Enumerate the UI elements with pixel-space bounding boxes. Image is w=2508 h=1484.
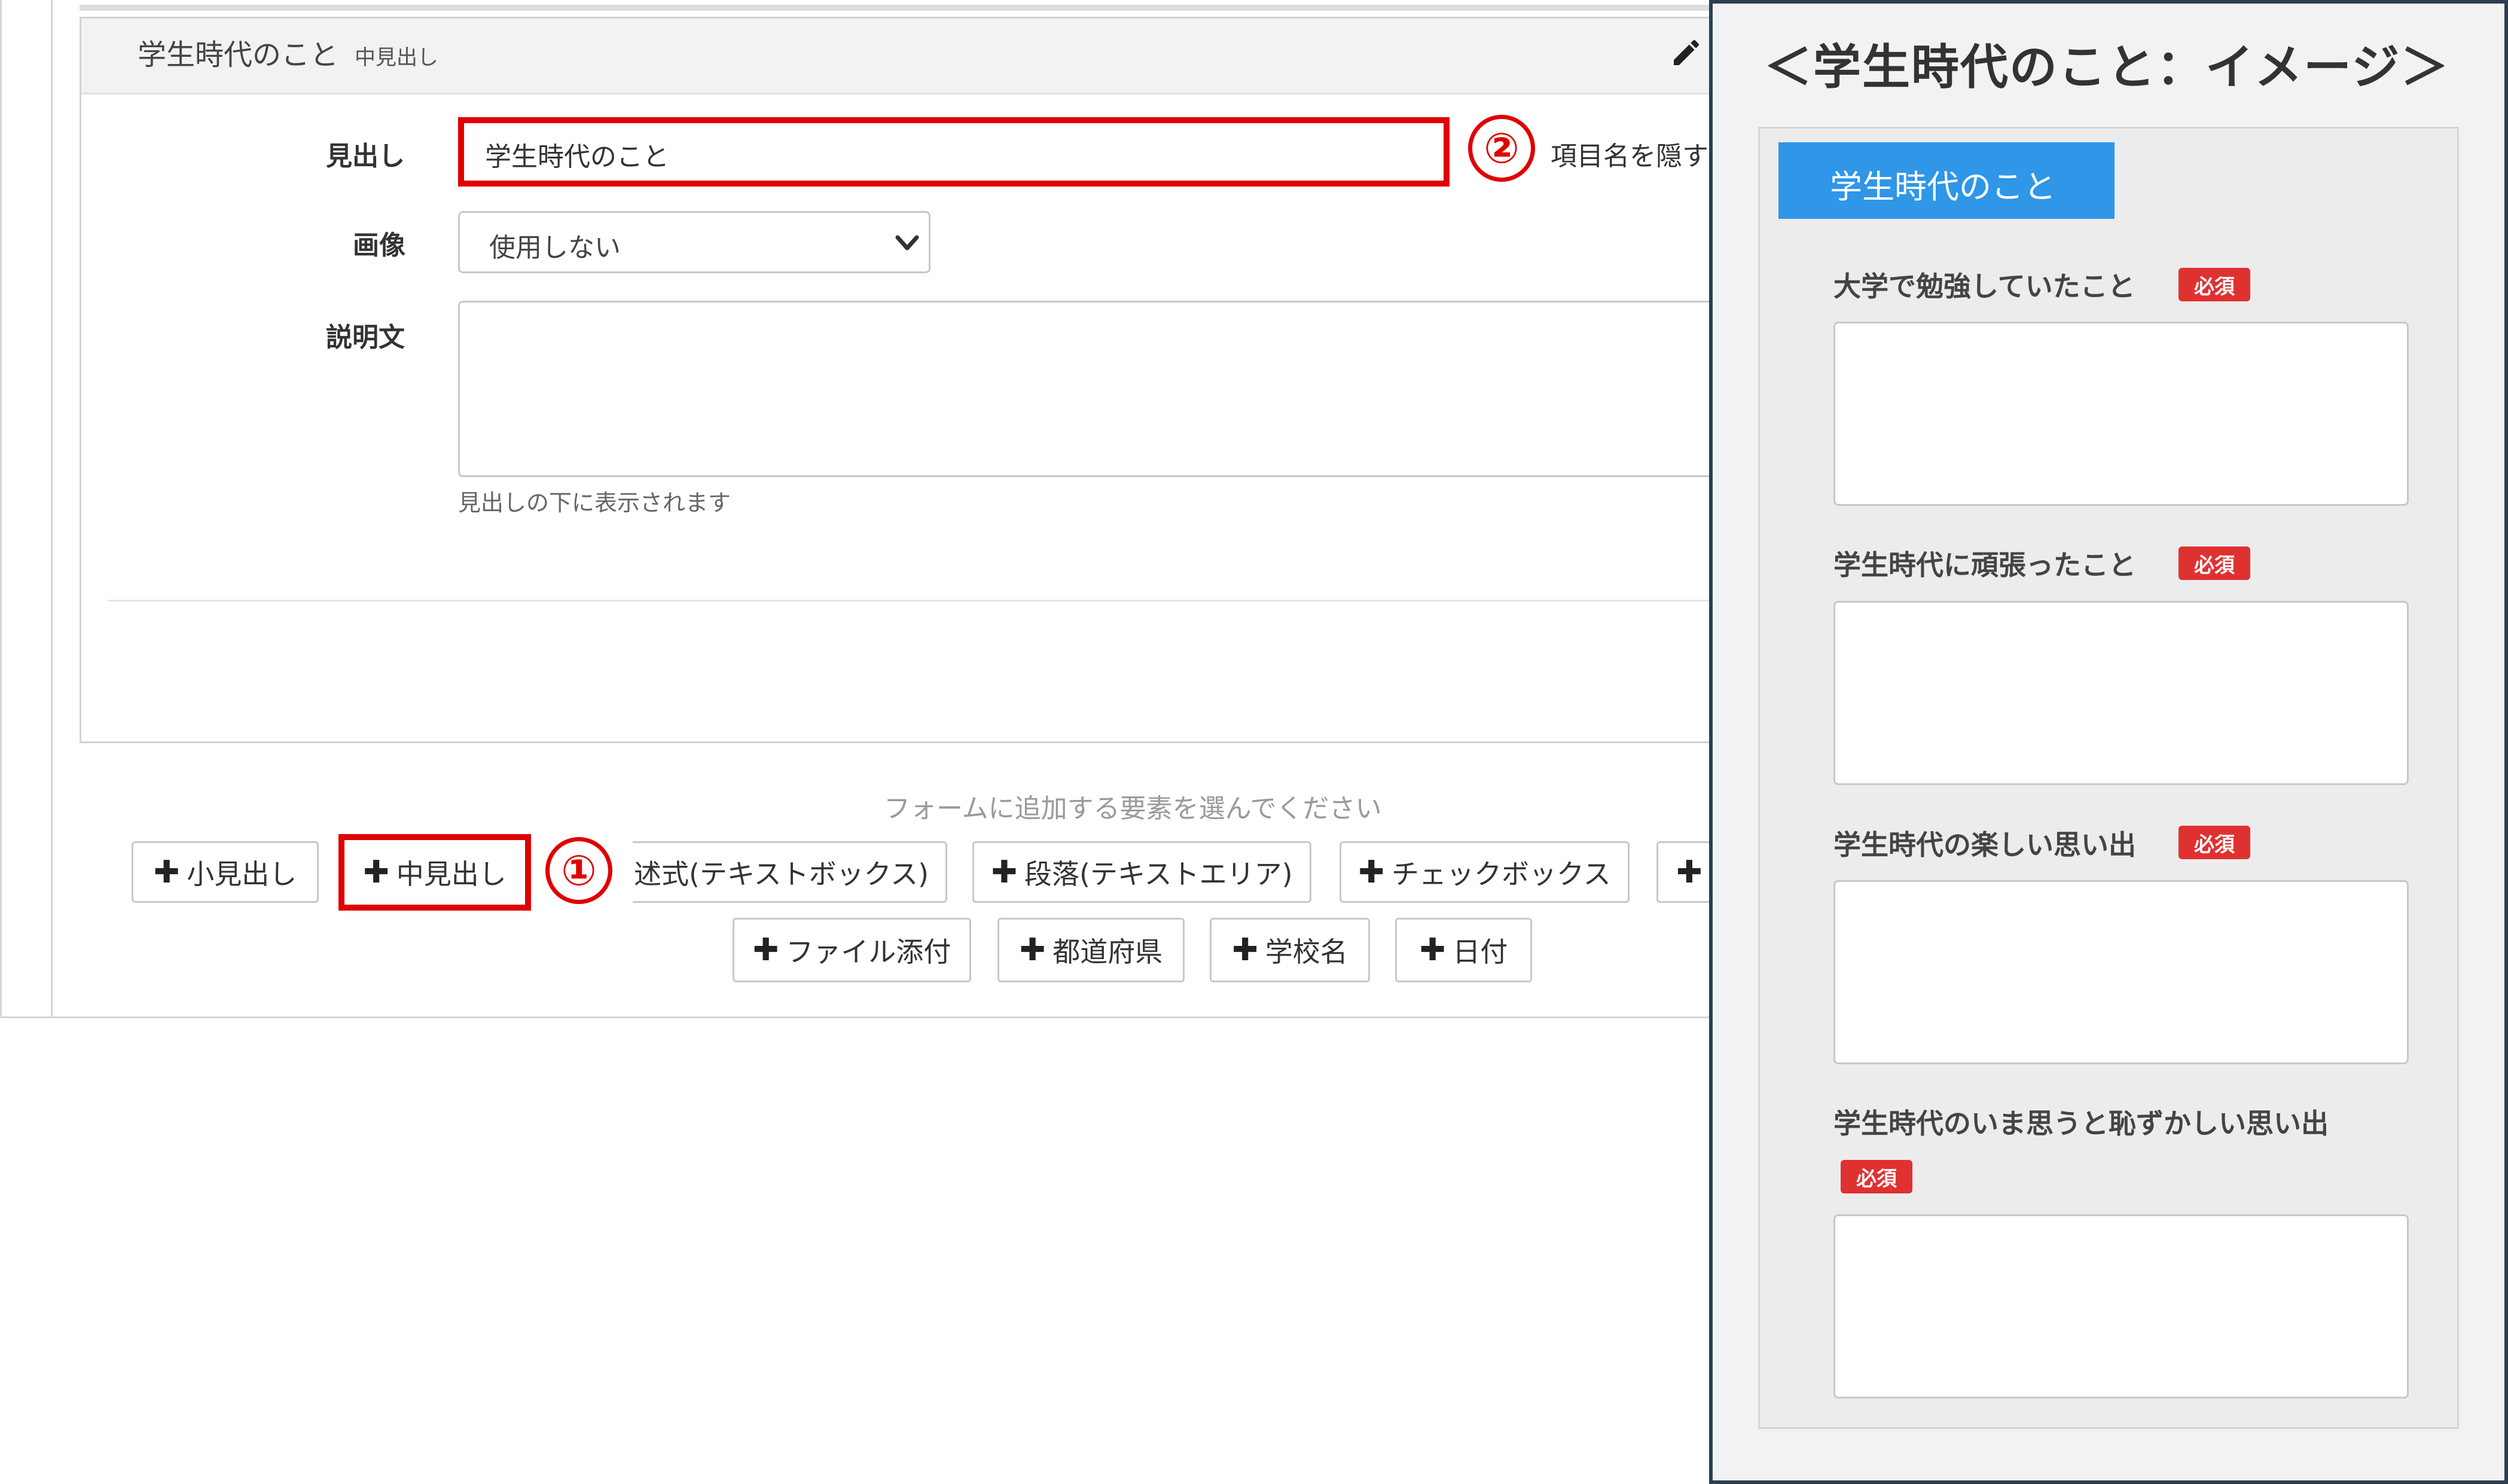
button-label: 学校名 — [1265, 936, 1348, 968]
required-badge: 必須 — [2179, 826, 2250, 859]
add-checkbox-button[interactable]: ✚ チェックボックス — [1340, 841, 1630, 903]
answer-textarea[interactable] — [1833, 880, 2409, 1064]
card-type-label: 中見出し — [355, 46, 439, 70]
add-school-button[interactable]: ✚ 学校名 — [1210, 918, 1370, 982]
button-label: 記述式(テキストボックス) — [633, 857, 929, 890]
heading-input-value[interactable]: 学生時代のこと — [485, 135, 669, 173]
image-label: 画像 — [353, 230, 405, 261]
button-label: ファイル添付 — [786, 936, 951, 968]
description-textarea[interactable] — [458, 301, 1718, 477]
answer-textarea[interactable] — [1833, 601, 2409, 785]
button-label: チェックボックス — [1391, 857, 1611, 890]
description-help-text: 見出しの下に表示されます — [458, 490, 731, 516]
add-textbox-button[interactable]: 記述式(テキストボックス) — [633, 841, 947, 903]
card-title: 学生時代のこと — [138, 38, 339, 72]
question-label: 学生時代に頑張ったこと — [1833, 549, 2136, 581]
plus-icon: ✚ — [363, 854, 389, 890]
heading-label: 見出し — [326, 141, 405, 172]
plus-icon: ✚ — [752, 932, 779, 968]
callout-1: ① — [545, 837, 612, 904]
plus-icon: ✚ — [1419, 932, 1446, 968]
add-textarea-button[interactable]: ✚ 段落(テキストエリア) — [972, 841, 1311, 903]
add-prefecture-button[interactable]: ✚ 都道府県 — [997, 918, 1185, 982]
question-label: 学生時代のいま思うと恥ずかしい思い出 — [1833, 1107, 2329, 1140]
editor-inner-border — [51, 0, 53, 1016]
hide-label-option[interactable]: 項目名を隠す — [1551, 135, 1708, 173]
button-label: 日付 — [1453, 936, 1508, 968]
question-label: 大学で勉強していたこと — [1833, 270, 2135, 303]
answer-textarea[interactable] — [1833, 322, 2409, 506]
add-file-button[interactable]: ✚ ファイル添付 — [733, 918, 971, 982]
plus-icon: ✚ — [1232, 932, 1258, 968]
plus-icon: ✚ — [991, 854, 1018, 890]
preview-title: ＜学生時代のこと：イメージ＞ — [1764, 39, 2450, 95]
image-select-value[interactable]: 使用しない — [489, 226, 621, 264]
required-badge: 必須 — [2179, 268, 2250, 301]
chevron-down-icon — [895, 235, 919, 251]
plus-icon: ✚ — [1358, 854, 1384, 890]
add-mid-heading-button[interactable]: ✚ 中見出し — [338, 834, 531, 911]
button-label: 小見出し — [187, 857, 297, 890]
add-more-button[interactable]: ✚ — [1656, 841, 1716, 903]
required-badge: 必須 — [2179, 546, 2250, 580]
question-label: 学生時代の楽しい思い出 — [1833, 829, 2136, 861]
preview-section-tab-label: 学生時代のこと — [1830, 168, 2056, 206]
plus-icon: ✚ — [1676, 854, 1702, 890]
add-small-heading-button[interactable]: ✚ 小見出し — [132, 841, 319, 903]
description-label: 説明文 — [326, 322, 405, 353]
plus-icon: ✚ — [1019, 932, 1046, 968]
button-label: 中見出し — [396, 858, 507, 890]
plus-icon: ✚ — [153, 854, 180, 890]
add-date-button[interactable]: ✚ 日付 — [1395, 918, 1532, 982]
card-divider — [108, 600, 1718, 601]
add-element-prompt: フォームに追加する要素を選んでください — [884, 793, 1382, 824]
button-label: 都道府県 — [1052, 936, 1163, 968]
answer-textarea[interactable] — [1833, 1214, 2409, 1398]
pencil-icon[interactable] — [1670, 36, 1703, 69]
callout-2: ② — [1468, 115, 1535, 182]
button-label: 段落(テキストエリア) — [1024, 857, 1293, 890]
editor-top-divider — [80, 5, 1718, 11]
required-badge: 必須 — [1841, 1160, 1912, 1193]
